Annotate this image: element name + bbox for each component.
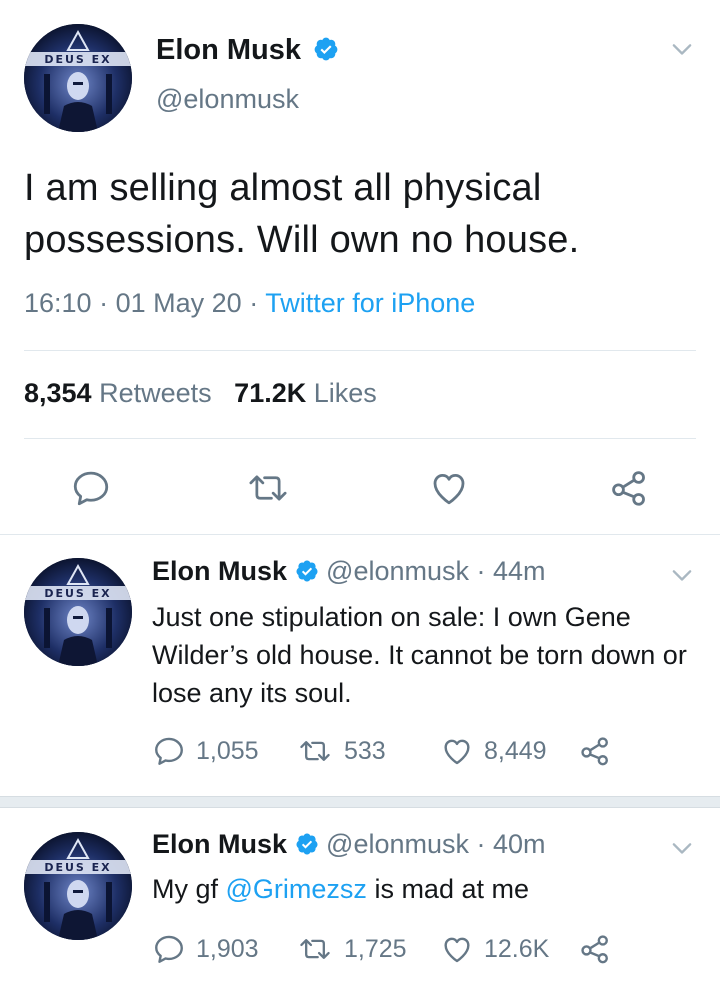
tweet-text: I am selling almost all physical possess… [24, 167, 580, 261]
like-action[interactable]: 12.6K [440, 932, 549, 966]
reply-count: 1,903 [196, 934, 259, 963]
likes-count: 71.2K [234, 378, 307, 408]
reply-count: 1,055 [196, 736, 259, 765]
user-name[interactable]: Elon Musk [156, 34, 339, 67]
avatar[interactable]: DEUS EX [24, 832, 132, 940]
retweets-count: 8,354 [24, 378, 92, 408]
retweet-action[interactable]: 1,725 [296, 932, 407, 966]
share-action[interactable] [578, 734, 622, 768]
avatar-image: DEUS EX [24, 558, 132, 666]
avatar[interactable]: DEUS EX [24, 24, 132, 132]
svg-text:DEUS EX: DEUS EX [44, 587, 111, 600]
retweet-icon [300, 741, 330, 761]
like-count: 8,449 [484, 736, 547, 765]
retweets-label: Retweets [99, 378, 212, 408]
svg-text:DEUS EX: DEUS EX [44, 861, 111, 874]
tweet-text-start: My gf [152, 874, 226, 904]
svg-text:DEUS EX: DEUS EX [44, 53, 111, 66]
user-name-text[interactable]: Elon Musk [156, 34, 301, 66]
retweet-action[interactable]: 533 [296, 734, 386, 768]
like-icon[interactable] [428, 467, 470, 509]
like-count: 12.6K [484, 934, 550, 963]
chevron-down-icon[interactable] [668, 835, 696, 863]
tweet-text: Just one stipulation on sale: I own Gene… [152, 602, 687, 708]
divider [0, 534, 720, 535]
tweet-source-link[interactable]: Twitter for iPhone [265, 288, 475, 318]
chevron-down-icon[interactable] [668, 36, 696, 64]
share-icon [581, 935, 608, 964]
share-icon[interactable] [608, 467, 650, 509]
meta-dot: · [99, 288, 116, 318]
tweet-time: 16:10 [24, 288, 92, 318]
chevron-down-icon[interactable] [668, 562, 696, 590]
meta-dot: · [469, 829, 494, 859]
divider [24, 438, 696, 439]
tweet-time-ago: 44m [493, 556, 546, 586]
retweets-stat[interactable]: 8,354 Retweets [24, 378, 212, 408]
avatar-image: DEUS EX [24, 24, 132, 132]
reply-action[interactable]: 1,903 [152, 932, 259, 966]
retweet-count: 533 [344, 736, 386, 765]
reply-icon [155, 935, 183, 963]
user-name[interactable]: Elon Musk [152, 556, 287, 586]
meta-dot: · [249, 288, 266, 318]
reply-action[interactable]: 1,055 [152, 734, 259, 768]
share-action[interactable] [578, 932, 622, 966]
verified-badge-icon [296, 833, 318, 855]
tweet-text: My gf @Grimezsz is mad at me [152, 870, 697, 908]
verified-badge-icon [314, 37, 338, 61]
meta-dot: · [469, 556, 494, 586]
divider [24, 350, 696, 351]
user-handle[interactable]: @elonmusk [326, 829, 469, 859]
mention-link[interactable]: @Grimezsz [226, 874, 367, 904]
tweet-stats: 8,354 Retweets 71.2K Likes [24, 378, 377, 409]
avatar-image: DEUS EX [24, 832, 132, 940]
reply-header: Elon Musk @elonmusk · 44m [152, 556, 546, 587]
user-handle[interactable]: @elonmusk [326, 556, 469, 586]
share-icon [581, 737, 608, 766]
likes-label: Likes [313, 378, 377, 408]
tweet-time-ago: 40m [493, 829, 546, 859]
verified-badge-icon [296, 560, 318, 582]
likes-stat[interactable]: 71.2K Likes [234, 378, 377, 408]
like-icon [444, 937, 470, 963]
tweet-date: 01 May 20 [115, 288, 242, 318]
user-name[interactable]: Elon Musk [152, 829, 287, 859]
thread-separator [0, 796, 720, 808]
retweet-icon [300, 939, 330, 959]
avatar[interactable]: DEUS EX [24, 558, 132, 666]
reply-header: Elon Musk @elonmusk · 40m [152, 829, 546, 860]
retweet-icon[interactable] [244, 467, 292, 509]
like-action[interactable]: 8,449 [440, 734, 547, 768]
reply-icon [155, 737, 183, 765]
reply-icon[interactable] [70, 467, 112, 509]
like-icon [444, 739, 470, 765]
user-handle[interactable]: @elonmusk [156, 84, 299, 115]
tweet-meta: 16:10 · 01 May 20 · Twitter for iPhone [24, 288, 475, 319]
tweet-text-end: is mad at me [366, 874, 529, 904]
retweet-count: 1,725 [344, 934, 407, 963]
